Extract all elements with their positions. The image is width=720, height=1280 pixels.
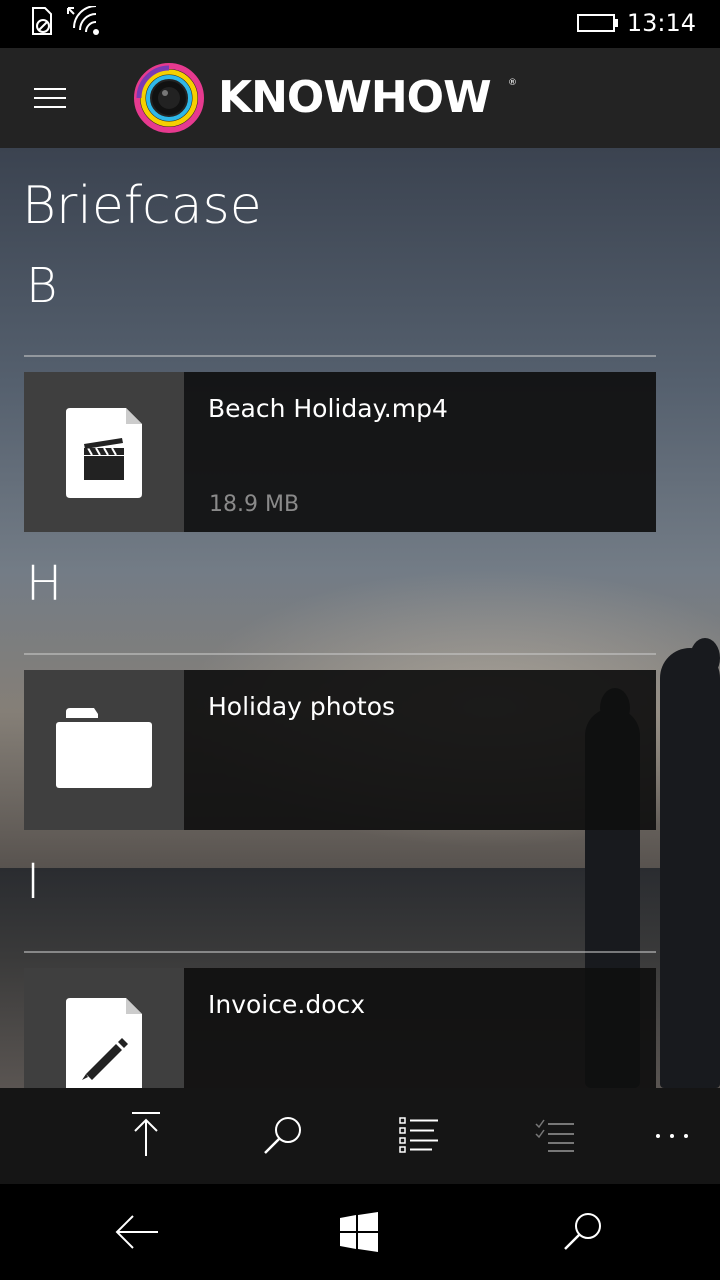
file-item-invoice[interactable]: Invoice.docx (24, 968, 656, 1088)
file-thumbnail (24, 372, 184, 532)
battery-tip (615, 19, 618, 27)
brand-name: KNOWHOW (218, 72, 492, 123)
group-header-h[interactable]: H (26, 556, 62, 612)
file-item-beach-holiday[interactable]: Beach Holiday.mp4 18.9 MB (24, 372, 656, 532)
more-icon[interactable] (654, 1132, 690, 1140)
file-name: Beach Holiday.mp4 (208, 394, 448, 423)
background-photo (0, 148, 720, 1088)
no-sim-icon (32, 7, 52, 35)
app-bar (0, 1088, 720, 1184)
battery-icon (577, 14, 615, 32)
select-icon[interactable] (534, 1118, 578, 1154)
folder-icon (56, 708, 152, 788)
brand-registered-mark: ® (508, 78, 517, 88)
search-icon[interactable] (262, 1114, 306, 1158)
file-size: 18.9 MB (209, 492, 300, 517)
status-time: 13:14 (626, 9, 696, 37)
group-header-i[interactable]: I (26, 854, 40, 910)
status-bar: 13:14 (0, 0, 720, 48)
folder-thumbnail (24, 670, 184, 830)
page-title: Briefcase (22, 176, 262, 236)
list-view-icon[interactable] (398, 1116, 442, 1154)
folder-name: Holiday photos (208, 692, 396, 721)
folder-item-holiday-photos[interactable]: Holiday photos (24, 670, 656, 830)
divider (24, 653, 656, 655)
file-name: Invoice.docx (208, 990, 366, 1019)
divider (24, 951, 656, 953)
windows-start-icon[interactable] (339, 1212, 379, 1252)
search-icon[interactable] (562, 1210, 606, 1254)
group-header-b[interactable]: B (26, 258, 57, 314)
notification-icons (32, 6, 99, 35)
document-edit-icon (66, 998, 142, 1088)
hamburger-menu-button[interactable] (34, 88, 66, 110)
divider (24, 355, 656, 357)
back-arrow-icon[interactable] (114, 1214, 160, 1250)
wifi-icon (67, 6, 99, 35)
file-thumbnail (24, 968, 184, 1088)
knowhow-logo-icon (134, 63, 204, 133)
video-file-icon (66, 408, 142, 498)
upload-icon[interactable] (128, 1110, 164, 1158)
navigation-bar (0, 1184, 720, 1280)
